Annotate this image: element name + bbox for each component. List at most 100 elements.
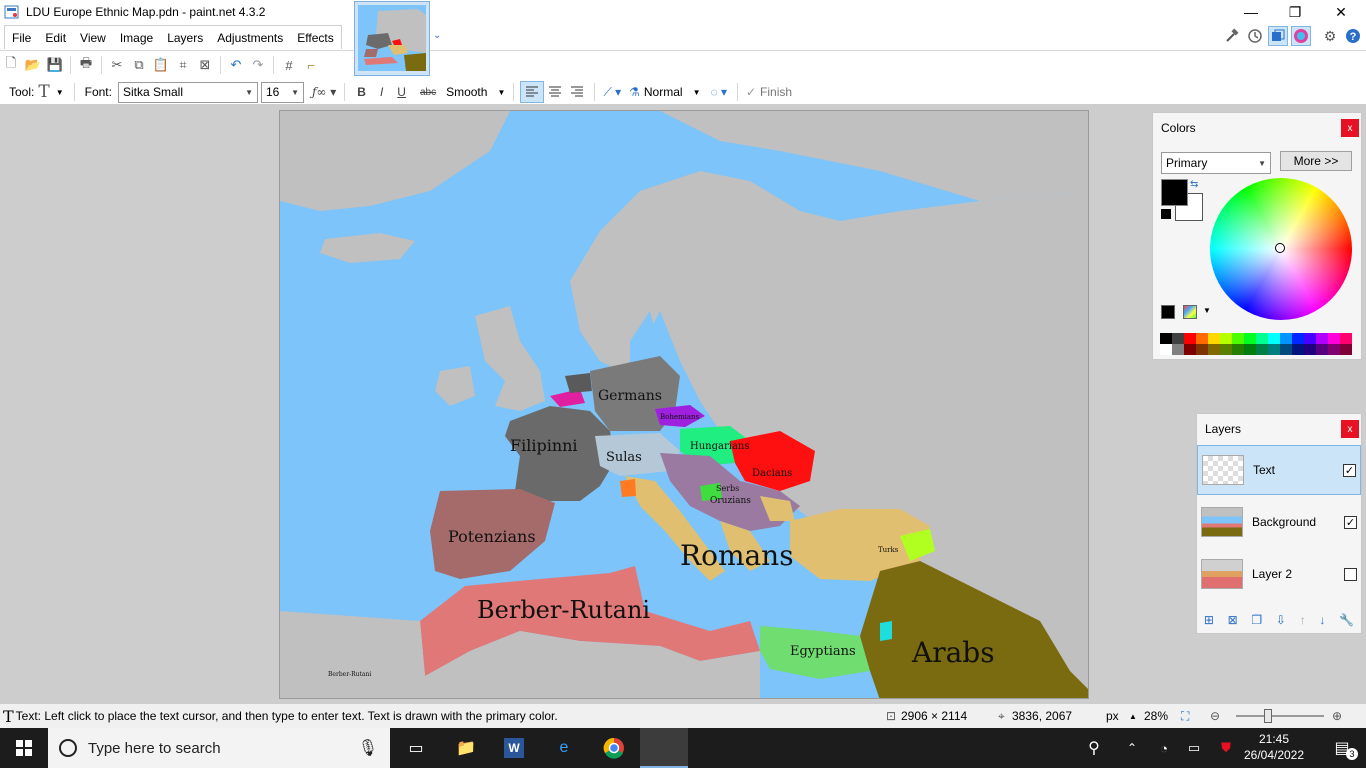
merge-layer-down-icon[interactable]: ⇩ <box>1276 613 1286 627</box>
layer-visibility-checkbox[interactable]: ✓ <box>1344 515 1357 529</box>
edge-icon[interactable]: e <box>540 728 588 768</box>
more-colors-button[interactable]: More >> <box>1280 151 1352 171</box>
palette-swatch[interactable] <box>1208 344 1220 355</box>
cut-icon[interactable]: ✂ <box>106 54 128 76</box>
palette-swatch[interactable] <box>1256 333 1268 344</box>
taskbar-search-box[interactable]: Type here to search 🎙 <box>48 728 390 768</box>
palette-swatch[interactable] <box>1316 344 1328 355</box>
paste-icon[interactable]: 📋 <box>150 54 172 76</box>
blend-dropdown-icon[interactable]: ▼ <box>693 88 701 97</box>
layer-visibility-checkbox[interactable] <box>1344 567 1357 581</box>
restore-button[interactable]: ❐ <box>1272 0 1318 24</box>
finish-check-icon[interactable]: ✓ <box>742 81 760 103</box>
font-smoothing-icon[interactable]: ƒ∞ ▾ <box>308 81 340 103</box>
palette-swatch[interactable] <box>1268 344 1280 355</box>
paintnet-taskbar-button[interactable] <box>640 728 688 768</box>
zoom-slider-thumb[interactable] <box>1264 709 1272 723</box>
color-wheel-cursor[interactable] <box>1275 243 1285 253</box>
chrome-icon[interactable] <box>590 728 638 768</box>
layers-panel-close-button[interactable]: x <box>1341 420 1359 438</box>
align-center-button[interactable] <box>544 81 566 103</box>
palette-swatch[interactable] <box>1172 344 1184 355</box>
palette-swatch[interactable] <box>1328 333 1340 344</box>
finish-button[interactable]: Finish <box>760 85 792 99</box>
align-right-button[interactable] <box>566 81 588 103</box>
palette-swatch[interactable] <box>1220 344 1232 355</box>
palette-swatch[interactable] <box>1208 333 1220 344</box>
delete-layer-icon[interactable]: ⊠ <box>1228 613 1238 627</box>
history-icon[interactable] <box>1245 26 1265 46</box>
move-layer-down-icon[interactable]: ↓ <box>1319 613 1325 627</box>
minimize-button[interactable]: — <box>1228 0 1274 24</box>
menu-view[interactable]: View <box>73 26 113 49</box>
menu-adjustments[interactable]: Adjustments <box>210 26 290 49</box>
layer-row-layer-2[interactable]: Layer 2 <box>1197 549 1361 599</box>
flask-icon[interactable]: ⚗ <box>625 81 644 103</box>
palette-swatch[interactable] <box>1184 333 1196 344</box>
palette-swatch[interactable] <box>1280 333 1292 344</box>
palette-swatch[interactable] <box>1268 333 1280 344</box>
blend-mode-value[interactable]: Normal <box>644 85 683 99</box>
copy-icon[interactable]: ⧉ <box>128 54 150 76</box>
open-file-icon[interactable]: 📂 <box>22 54 44 76</box>
primary-color-swatch[interactable] <box>1161 179 1188 206</box>
palette-swatch[interactable] <box>1220 333 1232 344</box>
bold-button[interactable]: B <box>353 81 370 103</box>
file-explorer-icon[interactable]: 📁 <box>442 728 490 768</box>
palette-swatch[interactable] <box>1232 333 1244 344</box>
move-layer-up-icon[interactable]: ↑ <box>1300 613 1306 627</box>
task-view-icon[interactable]: ▭ <box>392 728 440 768</box>
palette-swatch[interactable] <box>1304 344 1316 355</box>
strikethrough-button[interactable]: abc <box>416 81 440 103</box>
zoom-value[interactable]: 28% <box>1144 709 1168 723</box>
zoom-to-window-icon[interactable]: ⛶ <box>1181 709 1189 724</box>
swap-colors-icon[interactable]: ⇆ <box>1190 179 1198 190</box>
palette-menu-icon[interactable] <box>1183 305 1197 319</box>
save-icon[interactable]: 💾 <box>44 54 66 76</box>
palette-swatch[interactable] <box>1316 333 1328 344</box>
taskbar-clock[interactable]: 21:45 26/04/2022 <box>1234 731 1314 763</box>
blend-mode-icon[interactable]: ⟋ ▾ <box>599 81 625 103</box>
antialias-value[interactable]: Smooth <box>442 81 491 103</box>
align-left-button[interactable] <box>520 81 545 103</box>
font-size-combo[interactable]: 16 ▼ <box>260 81 304 103</box>
color-mode-combo[interactable]: Primary ▼ <box>1161 152 1271 174</box>
palette-swatch[interactable] <box>1196 344 1208 355</box>
start-button[interactable] <box>0 728 48 768</box>
zoom-slider[interactable] <box>1236 715 1324 717</box>
font-combo[interactable]: Sitka Small ▼ <box>117 81 258 103</box>
notifications-icon[interactable]: ▤ 3 <box>1318 728 1366 768</box>
layers-window-icon[interactable] <box>1268 26 1288 46</box>
layer-row-text[interactable]: Text ✓ <box>1197 445 1361 495</box>
palette-swatch[interactable] <box>1256 344 1268 355</box>
add-layer-icon[interactable]: ⊞ <box>1204 613 1214 627</box>
palette-dropdown-icon[interactable]: ▼ <box>1203 306 1211 315</box>
document-tab-thumbnail[interactable] <box>354 1 430 76</box>
crop-icon[interactable]: ⌗ <box>172 54 194 76</box>
selection-mode-icon[interactable]: ◌ ▾ <box>706 81 731 103</box>
deselect-icon[interactable]: ⊠ <box>194 54 216 76</box>
palette-swatch[interactable] <box>1292 344 1304 355</box>
grid-icon[interactable]: # <box>278 54 300 76</box>
palette-swatch[interactable] <box>1328 344 1340 355</box>
palette-swatch[interactable] <box>1340 344 1352 355</box>
palette-swatch[interactable] <box>1196 333 1208 344</box>
palette-swatch[interactable] <box>1172 333 1184 344</box>
undo-icon[interactable]: ↶ <box>225 54 247 76</box>
palette-swatch[interactable] <box>1244 333 1256 344</box>
text-tool-icon[interactable]: T <box>38 82 49 102</box>
palette-swatch[interactable] <box>1232 344 1244 355</box>
colors-window-icon[interactable] <box>1291 26 1311 46</box>
palette-swatch[interactable] <box>1292 333 1304 344</box>
palette-swatch[interactable] <box>1340 333 1352 344</box>
palette-swatch[interactable] <box>1184 344 1196 355</box>
palette-swatch[interactable] <box>1160 344 1172 355</box>
menu-edit[interactable]: Edit <box>38 26 73 49</box>
settings-gear-icon[interactable]: ⚙ <box>1320 26 1340 46</box>
layer-row-background[interactable]: Background ✓ <box>1197 497 1361 547</box>
antialias-dropdown-icon[interactable]: ▼ <box>497 88 505 97</box>
menu-file[interactable]: File <box>5 26 38 49</box>
microphone-icon[interactable]: 🎙 <box>358 738 378 758</box>
zoom-out-icon[interactable]: ⊖ <box>1210 709 1220 723</box>
underline-button[interactable]: U <box>393 81 410 103</box>
